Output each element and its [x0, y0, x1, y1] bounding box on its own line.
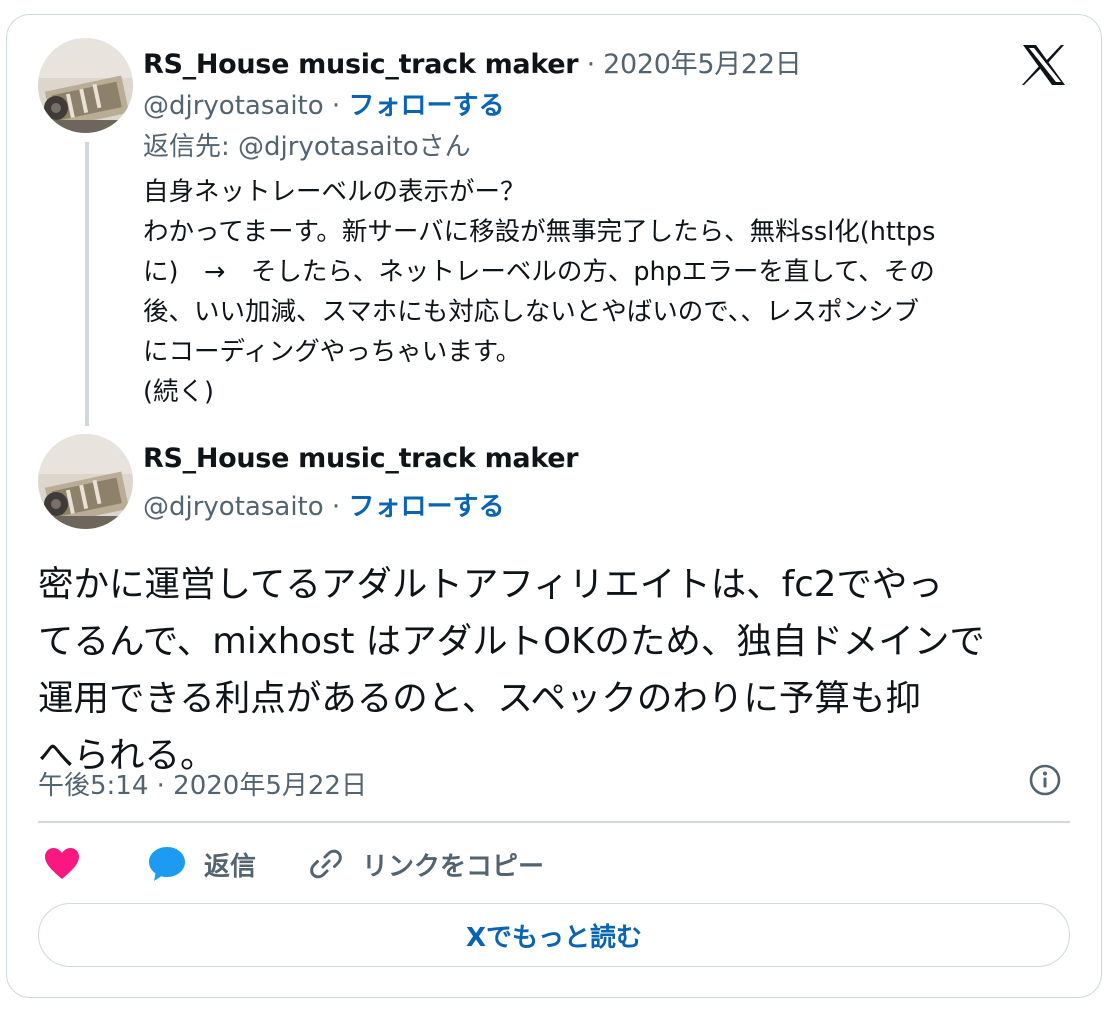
- link-icon: [310, 849, 342, 879]
- tweet-text-line: に) → そしたら、ネットレーベルの方、phpエラーを直して、その: [143, 257, 935, 287]
- handle-row: @djryotasaito · フォローする: [143, 486, 504, 523]
- tweet-text-line: 運用できる利点があるのと、スペックのわりに予算も抑: [38, 678, 921, 719]
- tweet-timestamp[interactable]: 午後5:14 · 2020年5月22日: [38, 765, 367, 802]
- tweet-text-line: てるんで、mixhost はアダルトOKのため、独自ドメインで: [38, 621, 985, 662]
- heart-icon: [45, 848, 79, 879]
- tweet-text-line: (続く): [143, 377, 214, 407]
- x-logo-icon[interactable]: [1021, 44, 1067, 86]
- like-button[interactable]: [44, 842, 80, 886]
- follow-button[interactable]: フォローする: [348, 492, 504, 522]
- divider: [38, 821, 1070, 823]
- reply-bubble-icon: [149, 847, 185, 881]
- reply-button[interactable]: 返信: [148, 842, 256, 886]
- tweet-text-line: 後、いい加減、スマホにも対応しないとやばいので、、レスポンシブ: [143, 297, 919, 327]
- avatar-photo: [38, 434, 133, 529]
- separator: ·: [323, 91, 349, 121]
- copy-link-button[interactable]: リンクをコピー: [308, 842, 544, 886]
- separator: ·: [323, 492, 349, 522]
- author-handle[interactable]: @djryotasaito: [143, 492, 324, 522]
- reply-label: 返信: [204, 851, 257, 882]
- main-tweet-text: 密かに運営してるアダルトアフィリエイトは、fc2でやっ てるんで、mixhost…: [38, 556, 1088, 784]
- tweet-text-line: 自身ネットレーベルの表示がー？: [143, 177, 526, 207]
- author-name[interactable]: RS_House music_track maker: [143, 49, 579, 80]
- info-icon[interactable]: [1029, 764, 1061, 796]
- tweet-text-line: 密かに運営してるアダルトアフィリエイトは、fc2でやっ: [38, 564, 943, 605]
- tweet-date[interactable]: · 2020年5月22日: [578, 49, 802, 80]
- author-name[interactable]: RS_House music_track maker: [143, 443, 579, 474]
- author-handle[interactable]: @djryotasaito: [143, 91, 324, 121]
- reply-to-label: 返信先: @djryotasaitoさん: [143, 132, 471, 162]
- read-more-button[interactable]: Xでもっと読む: [38, 903, 1070, 967]
- tweet-text-line: にコーディングやっちゃいます。: [143, 337, 522, 367]
- thread-connector-line: [85, 142, 89, 426]
- avatar[interactable]: [38, 38, 133, 133]
- copy-link-label: リンクをコピー: [362, 851, 545, 882]
- avatar-photo: [38, 38, 133, 133]
- handle-row: @djryotasaito · フォローする: [143, 85, 504, 122]
- avatar[interactable]: [38, 434, 133, 529]
- read-more-label: Xでもっと読む: [465, 922, 643, 953]
- follow-button[interactable]: フォローする: [348, 91, 504, 121]
- author-name-row: RS_House music_track maker · 2020年5月22日: [143, 42, 802, 81]
- first-tweet-text: 自身ネットレーベルの表示がー？ わかってまーす。新サーバに移設が無事完了したら、…: [143, 172, 1083, 412]
- tweet-text-line: わかってまーす。新サーバに移設が無事完了したら、無料ssl化(https: [143, 217, 936, 247]
